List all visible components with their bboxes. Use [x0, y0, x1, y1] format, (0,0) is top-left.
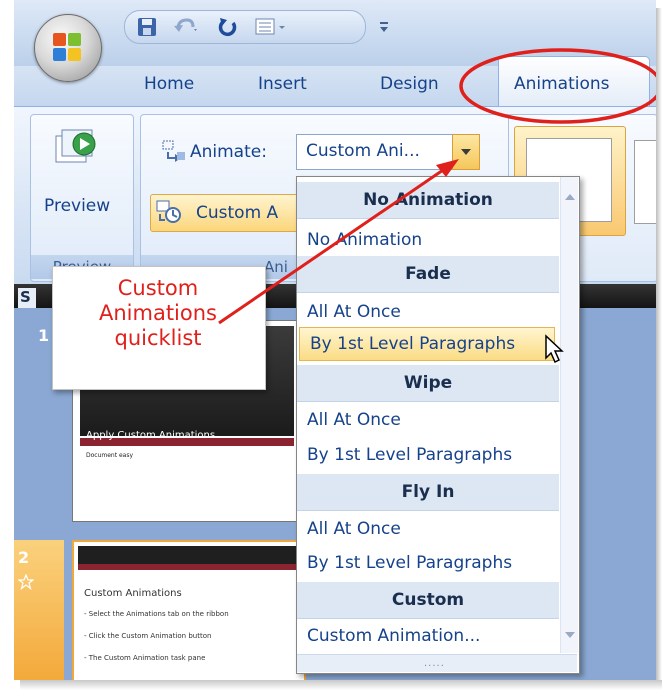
- office-button-icon: [53, 33, 66, 46]
- tab-animations[interactable]: Animations: [514, 74, 610, 94]
- quicklist-scrollbar[interactable]: [560, 177, 578, 653]
- animate-combobox-value[interactable]: Custom Ani...: [306, 141, 420, 161]
- slide-2-bullet: - The Custom Animation task pane: [84, 654, 206, 662]
- screenshot-shadow: [656, 8, 662, 684]
- custom-animation-button-label[interactable]: Custom A: [196, 203, 278, 223]
- screenshot-shadow: [20, 680, 662, 690]
- quicklist-item-custom-animation[interactable]: Custom Animation...: [297, 618, 559, 654]
- tab-slides-label: S: [20, 288, 31, 306]
- scroll-up-icon[interactable]: [564, 193, 576, 201]
- slide-2-accent-bar: [78, 564, 298, 570]
- slide-2-top-bar: [78, 546, 298, 564]
- tab-design[interactable]: Design: [380, 74, 439, 94]
- quicklist-header-no-animation: No Animation: [297, 182, 559, 219]
- office-logo-tile: [53, 48, 66, 61]
- layout-icon[interactable]: [255, 17, 289, 37]
- tab-insert[interactable]: Insert: [258, 74, 307, 94]
- quicklist-header-custom: Custom: [297, 582, 559, 619]
- scroll-down-icon[interactable]: [564, 631, 576, 639]
- animate-icon: [162, 140, 185, 162]
- quicklist-header-fade: Fade: [297, 256, 559, 293]
- animation-star-icon: [18, 574, 34, 590]
- preview-icon[interactable]: [54, 128, 100, 168]
- slide-1-title: Apply Custom Animations: [86, 430, 216, 441]
- quicklist-item-fly-in-by-paragraph[interactable]: By 1st Level Paragraphs: [297, 545, 559, 581]
- office-button[interactable]: [34, 14, 102, 82]
- quick-access-toolbar: [124, 10, 366, 44]
- annotation-callout-text: Custom Animations quicklist: [52, 276, 264, 351]
- undo-icon[interactable]: [173, 17, 199, 37]
- slide-2-bullet: - Select the Animations tab on the ribbo…: [84, 610, 229, 618]
- transition-thumbnail-next[interactable]: [634, 140, 656, 224]
- save-icon[interactable]: [137, 17, 157, 37]
- animate-dropdown-button[interactable]: [452, 134, 480, 170]
- powerpoint-window: Home Insert Design Animations Preview Pr…: [14, 0, 656, 680]
- slide-1-subtitle: Document easy: [86, 452, 134, 459]
- quicklist-item-fly-in-all-at-once[interactable]: All At Once: [297, 511, 559, 547]
- quicklist-header-wipe: Wipe: [297, 365, 559, 402]
- resize-grip[interactable]: .....: [424, 658, 445, 669]
- quicklist-header-fly-in: Fly In: [297, 474, 559, 511]
- quicklist-item-fade-all-at-once[interactable]: All At Once: [297, 294, 559, 330]
- quicklist-item-no-animation[interactable]: No Animation: [297, 222, 559, 258]
- quicklist-item-wipe-all-at-once[interactable]: All At Once: [297, 402, 559, 438]
- chevron-down-icon: [461, 149, 471, 155]
- office-logo-tile: [68, 48, 81, 61]
- mouse-cursor-icon: [545, 334, 564, 364]
- slide-1-number: 1: [38, 326, 50, 345]
- animations-group-label: Ani: [264, 258, 288, 276]
- redo-icon[interactable]: [217, 15, 239, 39]
- callout-line: Custom: [117, 276, 199, 300]
- slide-2-bullet: - Click the Custom Animation button: [84, 632, 212, 640]
- callout-line: Animations: [98, 301, 217, 325]
- animate-label: Animate:: [190, 142, 267, 162]
- tab-home[interactable]: Home: [144, 74, 194, 94]
- quicklist-item-wipe-by-paragraph[interactable]: By 1st Level Paragraphs: [297, 437, 559, 473]
- customize-qat-icon[interactable]: [378, 20, 390, 34]
- callout-line: quicklist: [114, 326, 202, 350]
- slide-2-number: 2: [18, 548, 30, 567]
- office-logo-tile: [68, 33, 81, 46]
- quicklist-item-fade-by-paragraph[interactable]: By 1st Level Paragraphs: [299, 327, 555, 361]
- preview-button-label[interactable]: Preview: [44, 196, 110, 216]
- custom-animation-icon: [156, 200, 181, 223]
- tab-slides[interactable]: S: [18, 288, 36, 308]
- slide-2-title: Custom Animations: [84, 588, 182, 599]
- screenshot-stage: Home Insert Design Animations Preview Pr…: [0, 0, 662, 693]
